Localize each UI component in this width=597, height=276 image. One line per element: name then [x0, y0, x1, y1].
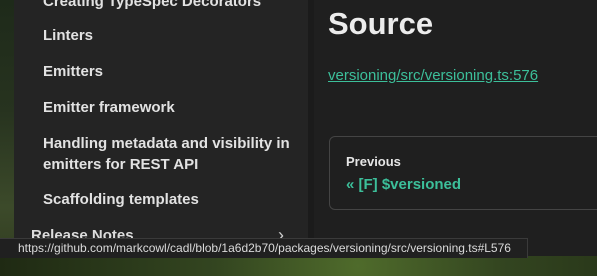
sidebar: Creating TypeSpec Decorators Linters Emi…: [14, 0, 308, 256]
status-bar-url: https://github.com/markcowl/cadl/blob/1a…: [0, 238, 528, 258]
page-title: Source: [328, 6, 434, 41]
previous-label: Previous: [346, 154, 401, 169]
source-link[interactable]: versioning/src/versioning.ts:576: [328, 66, 538, 86]
sidebar-item-emitter-framework[interactable]: Emitter framework: [43, 97, 293, 118]
previous-page-card[interactable]: Previous « [F] $versioned: [329, 136, 597, 210]
sidebar-item-emitters[interactable]: Emitters: [43, 61, 293, 82]
sidebar-item-scaffolding-templates[interactable]: Scaffolding templates: [43, 189, 293, 210]
sidebar-item-handling-metadata[interactable]: Handling metadata and visibility in emit…: [43, 133, 293, 175]
main-content: Source versioning/src/versioning.ts:576 …: [314, 0, 597, 256]
background-code-fragment: [0, 20, 10, 26]
background-code-fragment: [0, 6, 10, 12]
sidebar-item-creating-typespec-decorators[interactable]: Creating TypeSpec Decorators: [43, 0, 293, 12]
desktop-background: [0, 0, 14, 276]
previous-page-link[interactable]: « [F] $versioned: [346, 176, 461, 193]
desktop-background-bottom: [0, 256, 597, 276]
sidebar-item-linters[interactable]: Linters: [43, 25, 293, 46]
